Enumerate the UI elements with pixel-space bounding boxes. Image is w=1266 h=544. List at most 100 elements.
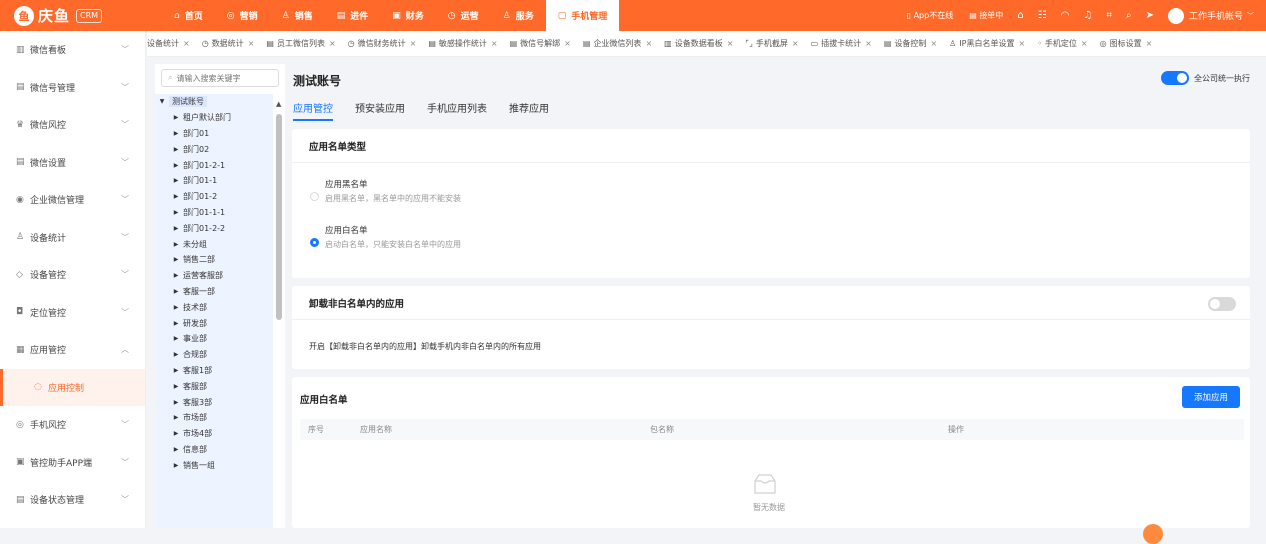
sidebar-item-wechat-risk[interactable]: ♛ 微信风控 ﹀ [0,106,145,144]
tab-data-stats[interactable]: ◷ 数据统计 × [196,38,261,49]
tree-node[interactable]: ▶ 部门01 [155,126,273,142]
caret-right-icon[interactable]: ▶ [169,399,183,406]
tab-preinstall-apps[interactable]: 预安装应用 [355,100,405,121]
tree-node[interactable]: ▶ 运营客服部 [155,268,273,284]
caret-right-icon[interactable]: ▶ [169,177,183,184]
tree-node[interactable]: ▶ 市场4部 [155,426,273,442]
send-icon[interactable]: ➤ [1146,10,1154,21]
caret-right-icon[interactable]: ▶ [169,430,183,437]
tab-icon-settings[interactable]: ◎ 图标设置 × [1094,38,1159,49]
floating-action-button[interactable] [1143,524,1163,544]
tree-node[interactable]: ▶ 部门01-1 [155,173,273,189]
blacklist-option[interactable]: 应用黑名单 启用黑名单，黑名单中的应用不能安装 [310,179,461,205]
tree-node[interactable]: ▶ 客服3部 [155,394,273,410]
tab-enterprise-wechat[interactable]: ▤ 企业微信列表 × [577,38,658,49]
tab-ip-list[interactable]: ♙ IP黑白名单设置 × [943,38,1031,49]
tree-node[interactable]: ▶ 部门01-2 [155,189,273,205]
nav-intake[interactable]: ▤ 进件 [325,0,381,31]
tab-staff-wechat[interactable]: ▤ 员工微信列表 × [260,38,341,49]
company-wide-switch[interactable] [1161,71,1189,85]
tree-node[interactable]: ▶ 销售一组 [155,457,273,473]
sidebar-item-wechat-settings[interactable]: ▤ 微信设置 ﹀ [0,144,145,182]
tree-node[interactable]: ▶ 租户默认部门 [155,110,273,126]
bell-icon[interactable]: ♫ [1083,10,1092,21]
tree-node[interactable]: ▶ 信息部 [155,442,273,458]
caret-right-icon[interactable]: ▶ [169,241,183,248]
close-icon[interactable]: × [564,39,571,48]
nav-operations[interactable]: ◷ 运营 [436,0,491,31]
tree-node[interactable]: ▶ 事业部 [155,331,273,347]
nav-home[interactable]: ⌂ 首页 [162,0,215,31]
whitelist-radio[interactable] [310,238,319,247]
caret-right-icon[interactable]: ▶ [169,256,183,263]
tree-node[interactable]: ▶ 部门02 [155,141,273,157]
close-icon[interactable]: × [865,39,872,48]
tree-node[interactable]: ▶ 技术部 [155,299,273,315]
caret-right-icon[interactable]: ▶ [169,225,183,232]
close-icon[interactable]: × [410,39,417,48]
sidebar-item-app-control[interactable]: ▦ 应用管控 ︿ [0,331,145,369]
fullscreen-icon[interactable]: ⌗ [1106,10,1112,21]
sidebar-item-device-status[interactable]: ▤ 设备状态管理 ﹀ [0,481,145,519]
add-app-button[interactable]: 添加应用 [1182,386,1240,408]
caret-right-icon[interactable]: ▶ [169,335,183,342]
page-scrollbar[interactable] [1259,64,1266,528]
chevron-down-icon[interactable]: ﹀ [1247,11,1254,21]
tab-recommended-apps[interactable]: 推荐应用 [509,100,549,121]
sidebar-item-device-control[interactable]: ◇ 设备管控 ﹀ [0,256,145,294]
nav-marketing[interactable]: ◎ 营销 [215,0,270,31]
caret-right-icon[interactable]: ▶ [169,114,183,121]
tab-device-control[interactable]: ▤ 设备控制 × [878,38,943,49]
nav-finance[interactable]: ▣ 财务 [380,0,436,31]
tab-sensitive-ops[interactable]: ▤ 敏感操作统计 × [422,38,503,49]
close-icon[interactable]: × [1019,39,1026,48]
tab-sim-stats[interactable]: ▭ 插拔卡统计 × [805,38,878,49]
close-icon[interactable]: × [329,39,336,48]
tree-node[interactable]: ▶ 市场部 [155,410,273,426]
task-status[interactable]: ▤ 接单中 [969,10,1003,21]
user-account[interactable]: 工作手机帐号 [1189,9,1243,22]
tree-node[interactable]: ▶ 销售二部 [155,252,273,268]
sidebar-subitem-app-rules[interactable]: ◌ 应用控制 [0,368,145,406]
nav-sales[interactable]: ♙ 销售 [270,0,325,31]
search-icon[interactable]: ⌕ [1126,10,1132,21]
close-icon[interactable]: × [248,39,255,48]
sidebar-item-device-stats[interactable]: ♙ 设备统计 ﹀ [0,219,145,257]
caret-right-icon[interactable]: ▶ [169,414,183,421]
tree-node[interactable]: ▶ 客服部 [155,378,273,394]
caret-right-icon[interactable]: ▶ [169,209,183,216]
company-wide-toggle[interactable]: 全公司统一执行 [1161,71,1250,85]
caret-right-icon[interactable]: ▶ [169,162,183,169]
blacklist-radio[interactable] [310,192,319,201]
tab-wechat-unbind[interactable]: ▤ 微信号解绑 × [504,38,577,49]
caret-right-icon[interactable]: ▶ [169,367,183,374]
sidebar-item-phone-risk[interactable]: ◎ 手机风控 ﹀ [0,406,145,444]
sidebar-item-wechat-dashboard[interactable]: ▥ 微信看板 ﹀ [0,31,145,69]
tree-node[interactable]: ▶ 部门01-1-1 [155,205,273,221]
caret-right-icon[interactable]: ▶ [169,288,183,295]
sidebar-item-location-control[interactable]: ◘ 定位管控 ﹀ [0,294,145,332]
close-icon[interactable]: × [1081,39,1088,48]
tree-node[interactable]: ▶ 未分组 [155,236,273,252]
tree-root-node[interactable]: ▼ 测试账号 [155,94,273,110]
close-icon[interactable]: × [930,39,937,48]
tab-device-dashboard[interactable]: ▥ 设备数据看板 × [658,38,739,49]
sidebar-item-assistant-app[interactable]: ▣ 管控助手APP端 ﹀ [0,444,145,482]
close-icon[interactable]: × [491,39,498,48]
scrollbar-thumb[interactable] [276,114,282,320]
sidebar-item-wechat-accounts[interactable]: ▤ 微信号管理 ﹀ [0,69,145,107]
app-logo[interactable]: 鱼 庆鱼 CRM [0,5,150,26]
caret-right-icon[interactable]: ▶ [169,351,183,358]
tree-scrollbar[interactable]: ▲ [275,100,283,524]
nav-phone-management[interactable]: ▢ 手机管理 [545,0,620,31]
app-status[interactable]: ▯ App不在线 [907,10,954,21]
close-icon[interactable]: × [792,39,799,48]
tree-node[interactable]: ▶ 客服1部 [155,363,273,379]
caret-right-icon[interactable]: ▶ [169,130,183,137]
caret-right-icon[interactable]: ▶ [169,193,183,200]
shirt-icon[interactable]: ◠ [1061,10,1070,21]
uninstall-switch[interactable] [1208,297,1236,311]
caret-down-icon[interactable]: ▼ [155,98,169,105]
tree-node[interactable]: ▶ 部门01-2-1 [155,157,273,173]
close-icon[interactable]: × [727,39,734,48]
